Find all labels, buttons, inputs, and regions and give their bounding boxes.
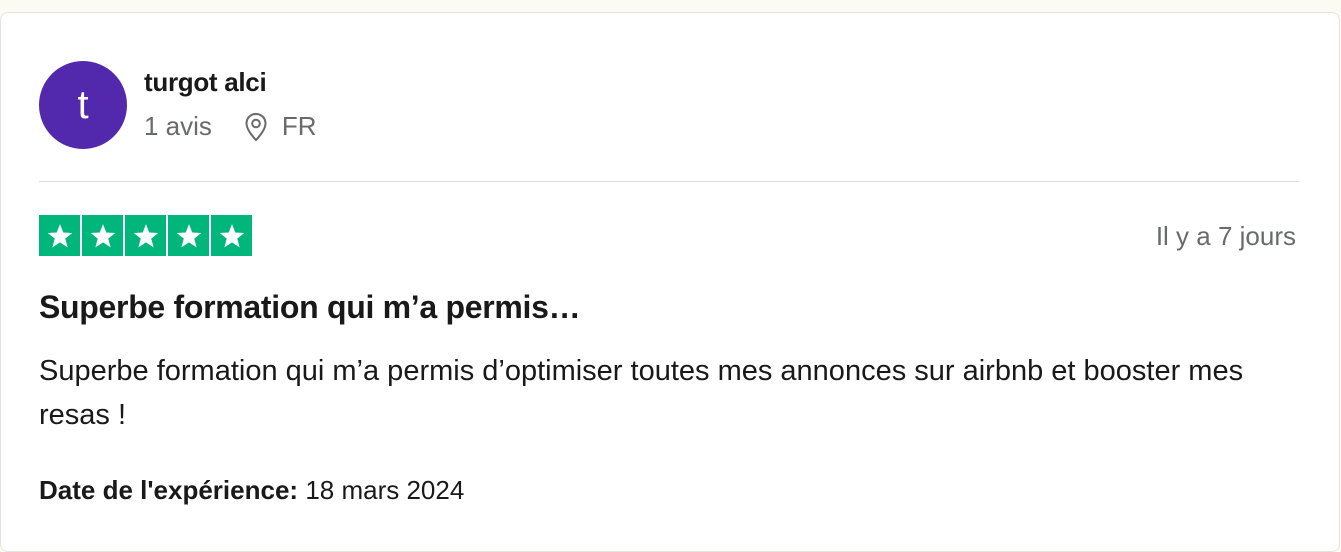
- review-title[interactable]: Superbe formation qui m’a permis…: [39, 289, 581, 326]
- star-icon: [211, 215, 252, 256]
- review-time-ago: Il y a 7 jours: [1155, 221, 1296, 251]
- experience-date: Date de l'expérience: 18 mars 2024: [39, 475, 464, 506]
- experience-date-label: Date de l'expérience:: [39, 475, 299, 505]
- reviewer-country: FR: [281, 111, 317, 141]
- reviewer-meta: 1 avis FR: [144, 111, 317, 142]
- experience-date-value: 18 mars 2024: [305, 475, 465, 505]
- review-text[interactable]: Superbe formation qui m’a permis d’optim…: [39, 349, 1269, 437]
- star-icon: [168, 215, 209, 256]
- review-card: t turgot alci 1 avis FR Il y a 7 jours S…: [0, 12, 1340, 552]
- review-count: 1 avis: [144, 111, 212, 141]
- reviewer-name[interactable]: turgot alci: [144, 67, 267, 98]
- star-rating: [39, 215, 252, 256]
- star-icon: [125, 215, 166, 256]
- reviewer-avatar[interactable]: t: [39, 61, 127, 149]
- location-pin-icon: [244, 112, 268, 142]
- star-icon: [39, 215, 80, 256]
- avatar-initial: t: [77, 83, 89, 127]
- star-icon: [82, 215, 123, 256]
- divider: [39, 181, 1299, 182]
